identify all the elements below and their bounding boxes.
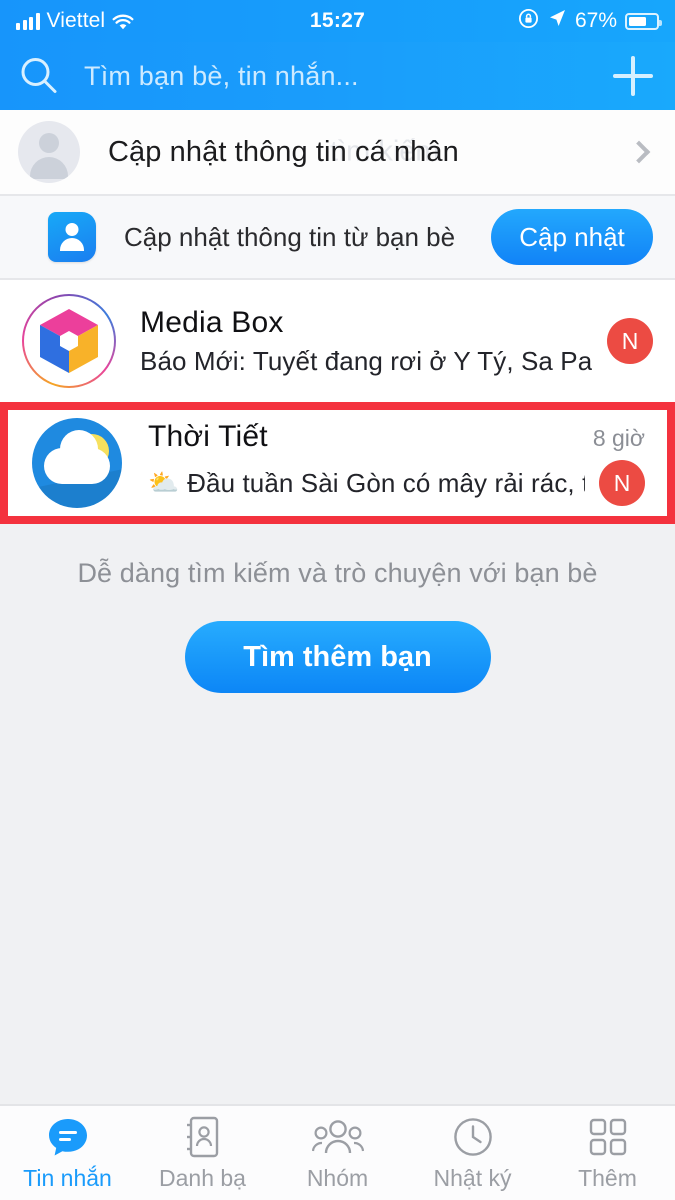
chat-bubble-icon	[46, 1115, 90, 1159]
tab-label: Danh bạ	[159, 1164, 246, 1191]
tab-label: Nhật ký	[433, 1164, 512, 1191]
profile-update-row[interactable]: Cập nhật thông tin cá nhân tìm kiếm	[0, 110, 675, 194]
app-screen: Viettel 15:27 67% Tìm bạn bè, tin nhắn..…	[0, 0, 675, 1200]
list-item[interactable]: Media Box Báo Mới: Tuyết đang rơi ở Y Tý…	[0, 280, 675, 402]
search-input[interactable]: Tìm bạn bè, tin nhắn...	[60, 61, 613, 92]
empty-state-text: Dễ dàng tìm kiếm và trò chuyện với bạn b…	[77, 558, 598, 588]
list-item-body: Thời Tiết 8 giờ ⛅ Đầu tuần Sài Gòn có mâ…	[126, 420, 645, 506]
bottom-tab-bar: Tin nhắn Danh bạ Nhóm Nhật ký Thêm	[0, 1104, 675, 1200]
chevron-right-icon[interactable]	[627, 140, 651, 164]
tab-messages[interactable]: Tin nhắn	[0, 1106, 135, 1200]
sun-behind-cloud-icon: ⛅	[148, 468, 180, 497]
tab-label: Nhóm	[306, 1164, 369, 1191]
weather-cloud-sun-logo	[28, 414, 126, 512]
conversation-list: Media Box Báo Mới: Tuyết đang rơi ở Y Tý…	[0, 280, 675, 524]
update-button[interactable]: Cập nhật	[491, 209, 653, 265]
tab-diary[interactable]: Nhật ký	[405, 1106, 540, 1200]
conversation-message: Đầu tuần Sài Gòn có mây rải rác, t...	[187, 467, 585, 498]
tab-more[interactable]: Thêm	[540, 1106, 675, 1200]
search-header: Tìm bạn bè, tin nhắn...	[0, 42, 675, 110]
location-arrow-icon	[547, 8, 567, 34]
contact-book-icon	[48, 212, 96, 262]
group-people-icon	[311, 1115, 364, 1159]
media-box-cube-logo	[20, 292, 118, 390]
avatar	[18, 121, 80, 183]
search-icon[interactable]	[18, 55, 60, 97]
plus-icon[interactable]	[613, 56, 653, 96]
conversation-message: Báo Mới: Tuyết đang rơi ở Y Tý, Sa Pa	[140, 345, 593, 376]
conversation-time: 8 giờ	[592, 425, 645, 451]
status-badge: N	[607, 318, 653, 364]
grid-more-icon	[589, 1115, 627, 1159]
tab-label: Thêm	[578, 1164, 637, 1191]
contact-card-icon	[184, 1115, 222, 1159]
battery-percent-label: 67%	[574, 9, 617, 32]
status-bar-right: 67%	[518, 8, 662, 35]
list-item-body: Media Box Báo Mới: Tuyết đang rơi ở Y Tý…	[118, 306, 593, 377]
clock-icon	[452, 1115, 494, 1159]
profile-update-label: Cập nhật thông tin cá nhân	[108, 135, 459, 168]
friend-update-banner: Cập nhật thông tin từ bạn bè Cập nhật	[0, 196, 675, 278]
find-friends-button[interactable]: Tìm thêm bạn	[184, 621, 491, 693]
tab-groups[interactable]: Nhóm	[270, 1106, 405, 1200]
conversation-name: Media Box	[140, 305, 284, 339]
friend-update-label: Cập nhật thông tin từ bạn bè	[124, 221, 456, 252]
status-badge: N	[599, 460, 645, 506]
battery-icon	[625, 12, 662, 30]
list-item-right: N	[593, 318, 653, 364]
rotation-lock-icon	[518, 8, 539, 35]
conversation-name: Thời Tiết	[148, 420, 268, 453]
list-item-highlighted[interactable]: Thời Tiết 8 giờ ⛅ Đầu tuần Sài Gòn có mâ…	[0, 402, 675, 524]
status-bar: Viettel 15:27 67%	[0, 0, 675, 42]
tab-label: Tin nhắn	[23, 1164, 112, 1191]
empty-state: Dễ dàng tìm kiếm và trò chuyện với bạn b…	[0, 524, 675, 693]
tab-contacts[interactable]: Danh bạ	[135, 1106, 270, 1200]
